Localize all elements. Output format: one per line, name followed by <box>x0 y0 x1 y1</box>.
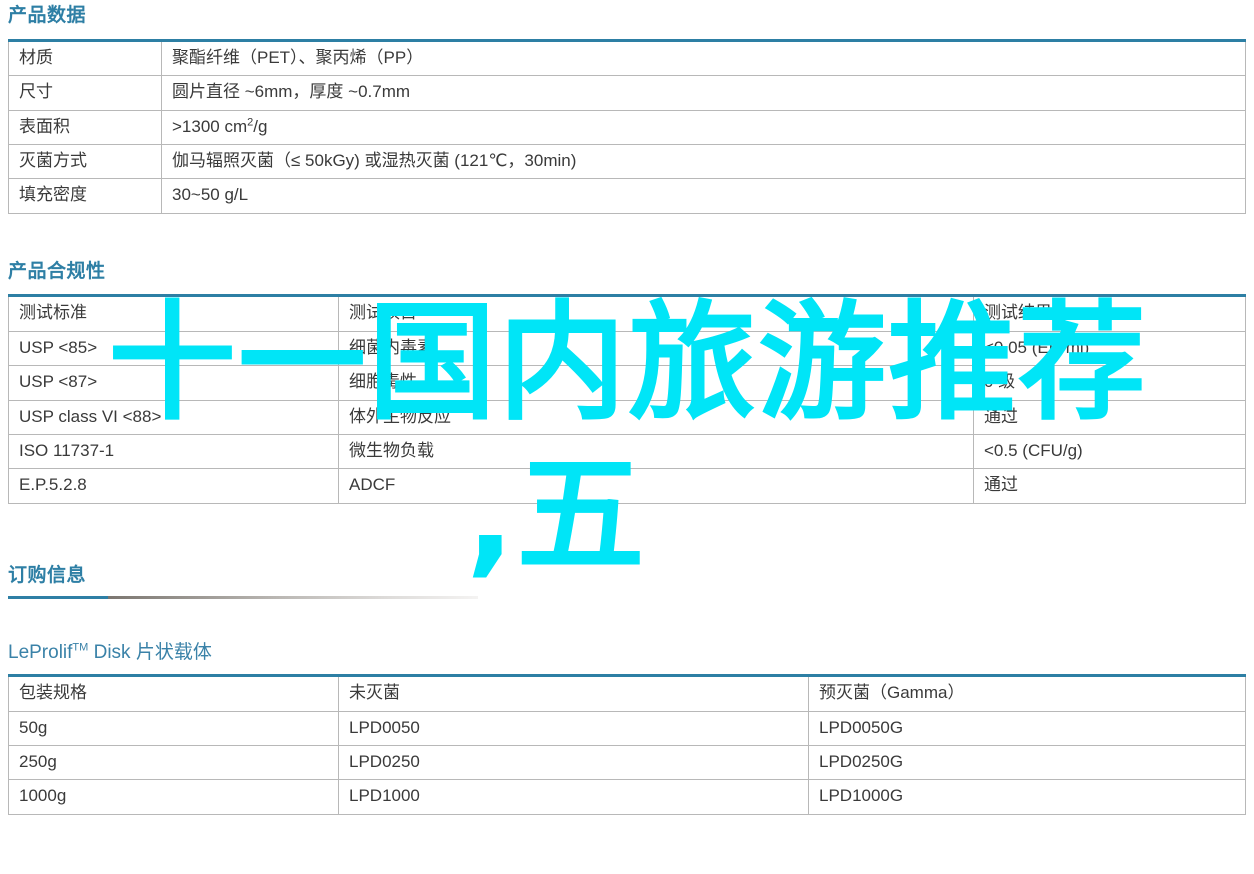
ordering-sterile-code: LPD0250G <box>808 745 1246 781</box>
compliance-item: ADCF <box>338 468 974 504</box>
compliance-item: 体外生物反应 <box>338 399 974 436</box>
ordering-header-size: 包装规格 <box>8 675 339 712</box>
table-row: 1000g LPD1000 LPD1000G <box>8 779 1246 815</box>
ordering-unsterile-code: LPD1000 <box>338 779 809 815</box>
compliance-item: 微生物负载 <box>338 434 974 470</box>
document-page: 产品数据 材质 聚酯纤维（PET）、聚丙烯（PP） 尺寸 圆片直径 ~6mm，厚… <box>0 0 1254 874</box>
table-row: 尺寸 圆片直径 ~6mm，厚度 ~0.7mm <box>8 75 1246 111</box>
table-row: USP class VI <88> 体外生物反应 通过 <box>8 399 1246 436</box>
section-heading-product-data: 产品数据 <box>8 5 87 26</box>
table-row: USP <85> 细菌内毒素 <0.05 (EU/ml) <box>8 330 1246 367</box>
table-row: E.P.5.2.8 ADCF 通过 <box>8 468 1246 504</box>
product-title-brand: LeProlif <box>8 641 73 663</box>
product-title: LeProlifTM Disk 片状载体 <box>8 641 1246 666</box>
table-row: 填充密度 30~50 g/L <box>8 178 1246 214</box>
compliance-standard: USP class VI <88> <box>8 399 339 436</box>
product-data-value: 30~50 g/L <box>161 178 1246 214</box>
ordering-heading-rule <box>8 595 478 599</box>
product-data-value: >1300 cm2/g <box>161 109 1246 145</box>
section-heading-ordering: 订购信息 <box>8 564 87 586</box>
table-header-row: 测试标准 测试项目 测试结果 <box>8 295 1246 332</box>
surface-area-prefix: >1300 cm <box>172 116 248 136</box>
compliance-item: 细胞毒性 <box>338 365 974 401</box>
compliance-header-standard: 测试标准 <box>8 295 339 332</box>
table-row: 50g LPD0050 LPD0050G <box>8 710 1246 747</box>
compliance-table: 测试标准 测试项目 测试结果 USP <85> 细菌内毒素 <0.05 (EU/… <box>8 294 1246 504</box>
ordering-size: 1000g <box>8 779 339 815</box>
table-header-row: 包装规格 未灭菌 预灭菌（Gamma） <box>8 675 1246 712</box>
compliance-result: 0 级 <box>973 365 1246 401</box>
product-data-label: 填充密度 <box>8 178 162 214</box>
table-row: ISO 11737-1 微生物负载 <0.5 (CFU/g) <box>8 434 1246 470</box>
compliance-result: 通过 <box>973 468 1246 504</box>
product-data-label: 灭菌方式 <box>8 143 162 180</box>
compliance-standard: ISO 11737-1 <box>8 434 339 470</box>
surface-area-suffix: /g <box>253 116 268 136</box>
ordering-sterile-code: LPD0050G <box>808 710 1246 747</box>
table-row: USP <87> 细胞毒性 0 级 <box>8 365 1246 401</box>
ordering-header-sterile: 预灭菌（Gamma） <box>808 675 1246 712</box>
compliance-result: 通过 <box>973 399 1246 436</box>
ordering-size: 50g <box>8 710 339 747</box>
table-row: 250g LPD0250 LPD0250G <box>8 745 1246 781</box>
table-row: 灭菌方式 伽马辐照灭菌（≤ 50kGy) 或湿热灭菌 (121℃，30min) <box>8 143 1246 180</box>
product-data-label: 尺寸 <box>8 75 162 111</box>
compliance-item: 细菌内毒素 <box>338 330 974 367</box>
product-data-table: 材质 聚酯纤维（PET）、聚丙烯（PP） 尺寸 圆片直径 ~6mm，厚度 ~0.… <box>8 38 1246 214</box>
compliance-header-item: 测试项目 <box>338 295 974 332</box>
rule-fade-segment <box>108 595 478 599</box>
compliance-result: <0.05 (EU/ml) <box>973 330 1246 367</box>
ordering-unsterile-code: LPD0050 <box>338 710 809 747</box>
product-data-label: 表面积 <box>8 109 162 145</box>
ordering-header-unsterile: 未灭菌 <box>338 675 809 712</box>
compliance-result: <0.5 (CFU/g) <box>973 434 1246 470</box>
section-heading-compliance: 产品合规性 <box>8 260 106 282</box>
product-data-value: 伽马辐照灭菌（≤ 50kGy) 或湿热灭菌 (121℃，30min) <box>161 143 1246 180</box>
table-row: 材质 聚酯纤维（PET）、聚丙烯（PP） <box>8 40 1246 77</box>
ordering-unsterile-code: LPD0250 <box>338 745 809 781</box>
compliance-standard: USP <85> <box>8 330 339 367</box>
product-data-value: 聚酯纤维（PET）、聚丙烯（PP） <box>161 40 1246 77</box>
compliance-standard: USP <87> <box>8 365 339 401</box>
product-data-value: 圆片直径 ~6mm，厚度 ~0.7mm <box>161 75 1246 111</box>
compliance-standard: E.P.5.2.8 <box>8 468 339 504</box>
ordering-size: 250g <box>8 745 339 781</box>
ordering-sterile-code: LPD1000G <box>808 779 1246 815</box>
product-data-label: 材质 <box>8 40 162 77</box>
rule-accent-segment <box>8 595 108 599</box>
table-row: 表面积 >1300 cm2/g <box>8 109 1246 145</box>
product-title-rest: Disk 片状载体 <box>88 641 212 663</box>
compliance-header-result: 测试结果 <box>973 295 1246 332</box>
ordering-table: 包装规格 未灭菌 预灭菌（Gamma） 50g LPD0050 LPD0050G… <box>8 674 1246 815</box>
trademark-symbol: TM <box>72 641 89 654</box>
